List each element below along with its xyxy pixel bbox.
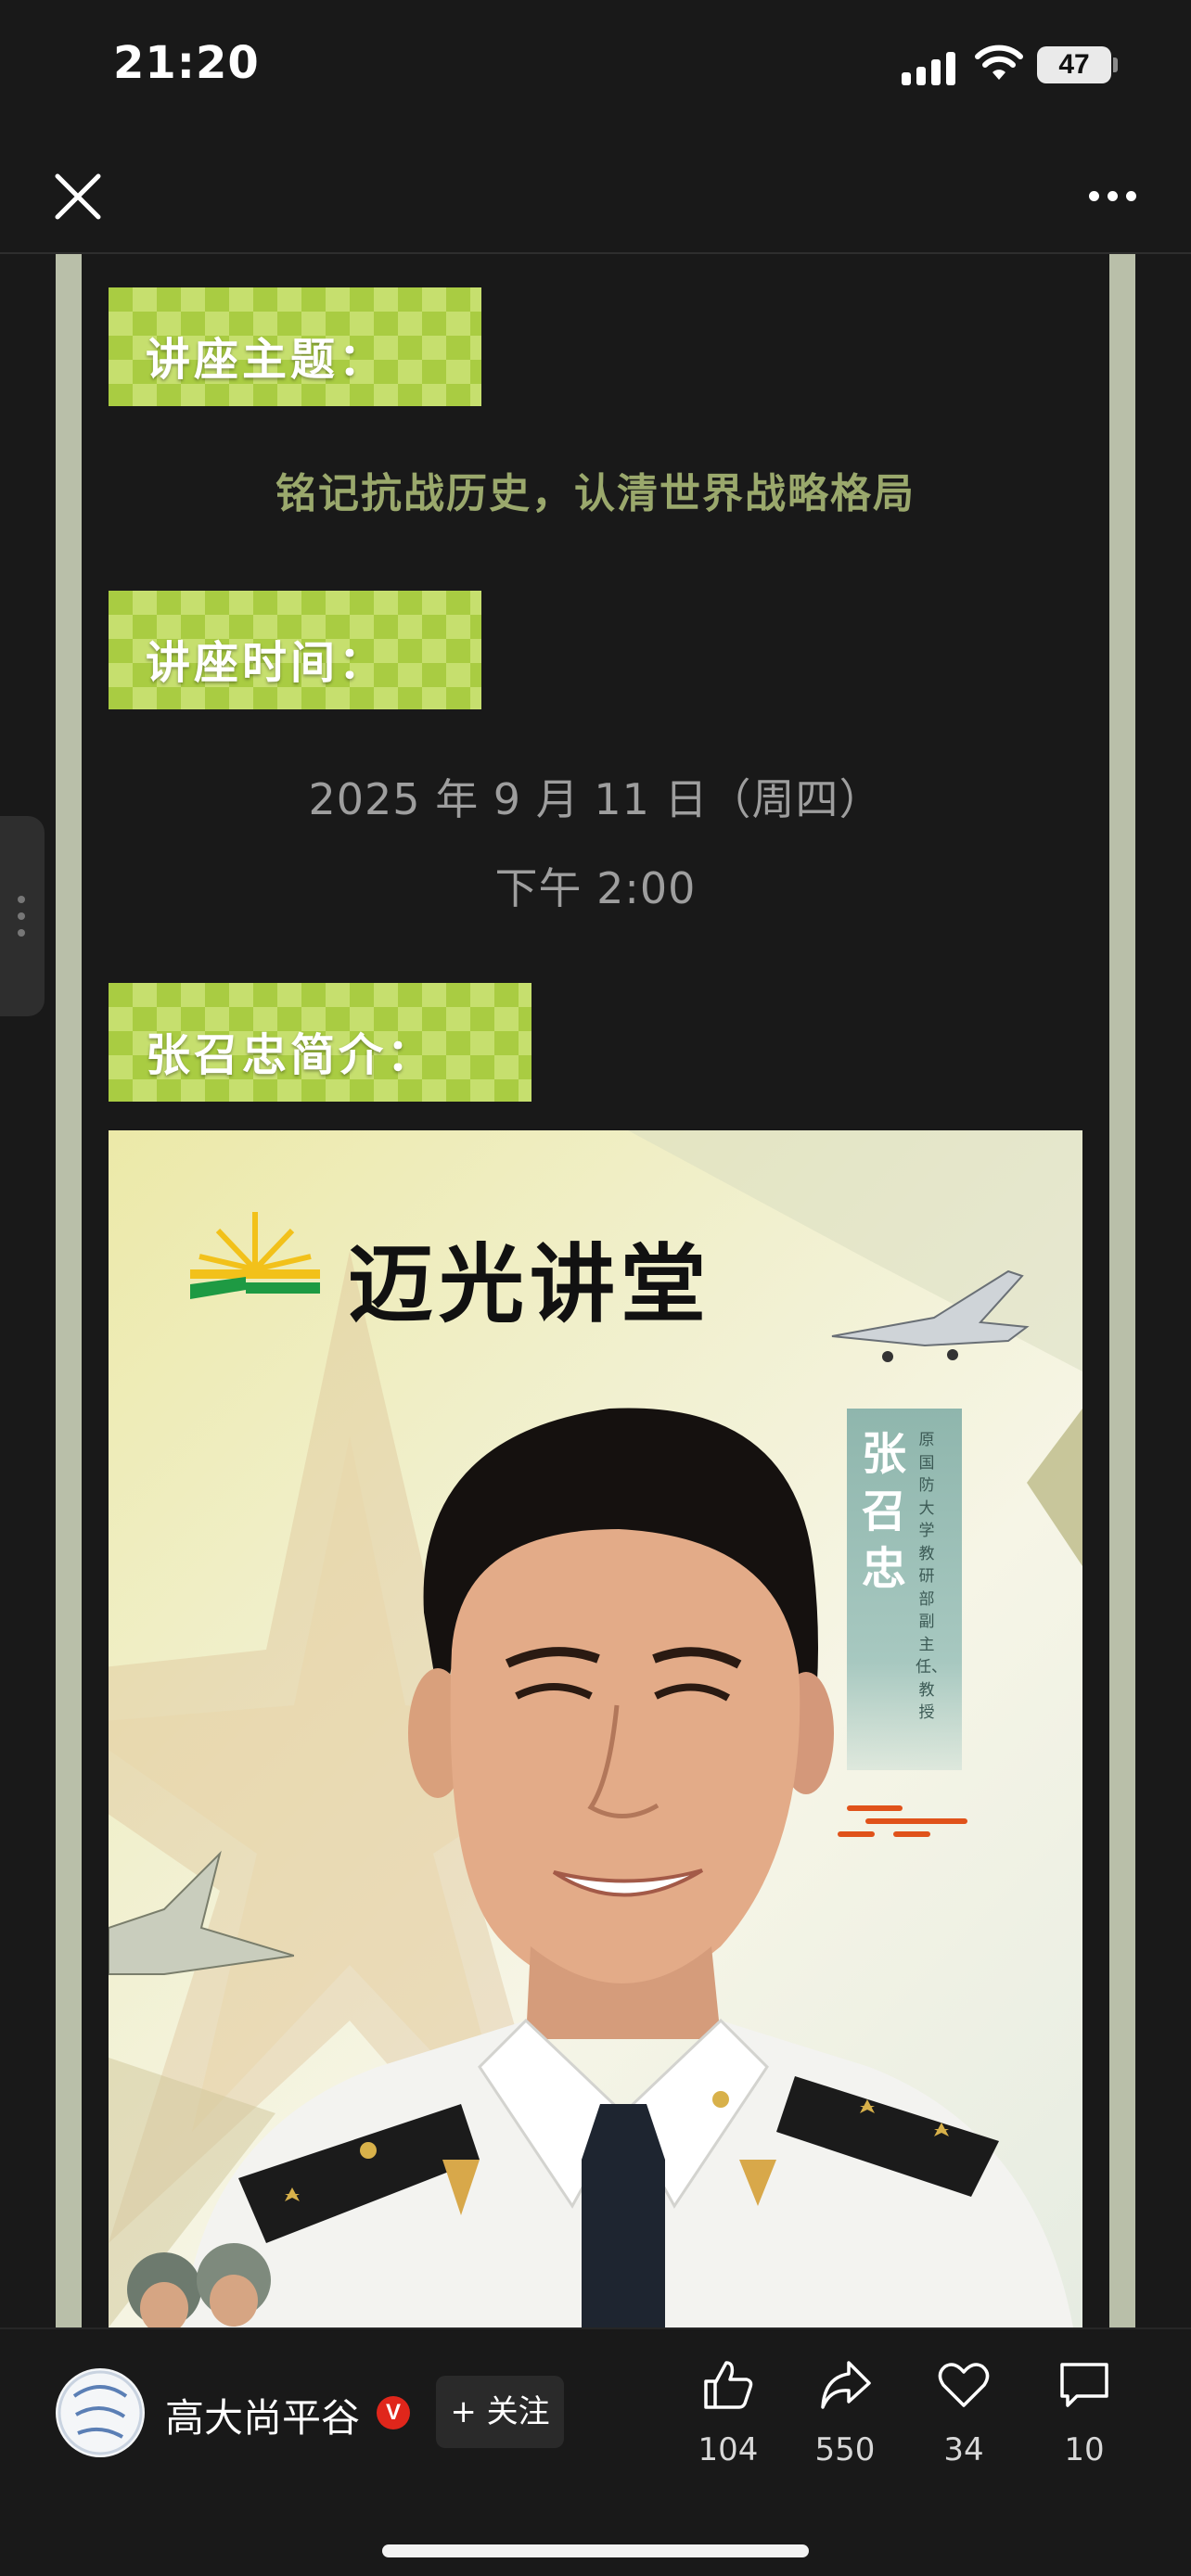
like-button[interactable]: 104 xyxy=(686,2357,770,2487)
follow-button[interactable]: + 关注 xyxy=(436,2376,564,2448)
verified-badge: V xyxy=(377,2396,410,2429)
avatar-logo-icon xyxy=(58,2370,143,2455)
cellular-signal-icon xyxy=(902,48,957,85)
share-button[interactable]: 550 xyxy=(803,2357,887,2487)
more-icon[interactable] xyxy=(1076,176,1150,213)
lecture-date: 2025 年 9 月 11 日（周四） xyxy=(308,774,883,824)
status-time: 21:20 xyxy=(113,37,260,89)
section-heading-label: 讲座时间： xyxy=(146,637,388,689)
author-name[interactable]: 高大尚平谷 xyxy=(165,2387,360,2443)
lecture-time: 下午 2:00 xyxy=(494,863,697,913)
wifi-icon xyxy=(975,45,1023,80)
article-frame-left xyxy=(56,254,82,2327)
section-heading-label: 讲座主题： xyxy=(146,334,388,386)
handle-dots-icon xyxy=(18,896,25,937)
speaker-portrait xyxy=(127,1408,1073,2327)
speaker-poster-image[interactable]: 迈光讲堂 张召忠 原国防大学教研部副主任、教授 xyxy=(109,1130,1082,2327)
article-frame-right xyxy=(1109,254,1135,2327)
comment-count: 10 xyxy=(1064,2431,1105,2468)
bottom-bar: 高大尚平谷 V + 关注 104 550 34 10 xyxy=(0,2327,1191,2576)
comment-icon xyxy=(1060,2363,1108,2407)
share-icon xyxy=(821,2361,871,2409)
favorite-button[interactable]: 34 xyxy=(922,2357,1005,2487)
heart-icon xyxy=(938,2363,990,2407)
share-count: 550 xyxy=(814,2431,876,2468)
section-heading-topic: 讲座主题： xyxy=(109,287,481,406)
close-icon[interactable] xyxy=(48,167,108,226)
favorite-count: 34 xyxy=(943,2431,984,2468)
section-heading-time: 讲座时间： xyxy=(109,591,481,709)
status-bar: 21:20 47 xyxy=(0,0,1191,139)
lecture-topic: 铭记抗战历史，认清世界战略格局 xyxy=(275,470,916,517)
section-heading-label: 张召忠简介： xyxy=(146,1029,436,1081)
comment-button[interactable]: 10 xyxy=(1043,2357,1126,2487)
section-heading-bio: 张召忠简介： xyxy=(109,983,531,1102)
home-indicator xyxy=(382,2544,809,2557)
nav-bar xyxy=(0,139,1191,254)
battery-icon: 47 xyxy=(1037,46,1111,83)
battery-cap xyxy=(1113,57,1118,72)
author-avatar[interactable] xyxy=(56,2368,145,2457)
side-drawer-handle[interactable] xyxy=(0,816,45,1016)
like-count: 104 xyxy=(698,2431,759,2468)
like-icon xyxy=(704,2361,753,2409)
